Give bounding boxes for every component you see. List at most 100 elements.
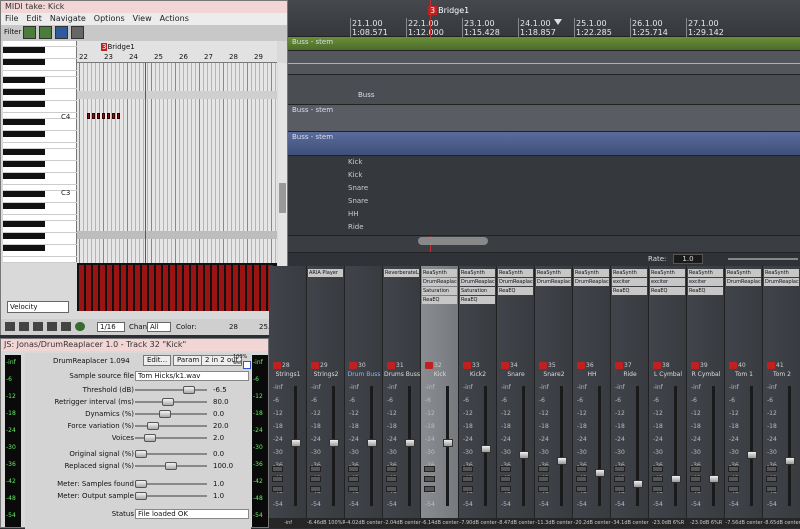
mixer-strip[interactable]: ReaSynth DrumReaplace 36 HH -inf -6 -12 -18 -24 -… bbox=[573, 266, 611, 528]
fx-slot[interactable]: DrumReaplace bbox=[422, 278, 457, 286]
fx-slot[interactable]: ReaSynth bbox=[688, 269, 723, 277]
grid-select[interactable]: 1/16 bbox=[97, 322, 125, 332]
slider-thumb[interactable] bbox=[162, 398, 174, 406]
velocity-bar[interactable] bbox=[254, 265, 259, 311]
black-key[interactable] bbox=[3, 173, 45, 179]
midi-note[interactable] bbox=[112, 113, 115, 119]
black-key[interactable] bbox=[3, 131, 45, 137]
filter-button[interactable]: Filter bbox=[4, 28, 21, 36]
fx-slot[interactable]: DrumReaplace bbox=[460, 278, 495, 286]
volume-fader-track[interactable] bbox=[636, 386, 639, 506]
slider-thumb[interactable] bbox=[165, 462, 177, 470]
fx-slot[interactable]: DrumReaplace bbox=[498, 278, 533, 286]
record-arm-button[interactable] bbox=[539, 362, 547, 369]
strip-button[interactable] bbox=[462, 476, 473, 482]
param-button[interactable]: Param bbox=[173, 355, 204, 366]
velocity-bar[interactable] bbox=[212, 265, 217, 311]
mixer-strip[interactable]: ReaSynth DrumReaplace 40 Tom 1 -inf -6 -12 -18 -… bbox=[725, 266, 763, 528]
param-slider[interactable] bbox=[135, 422, 207, 430]
strip-button[interactable] bbox=[462, 486, 473, 492]
fx-slot[interactable]: ReaEQ bbox=[460, 296, 495, 304]
track-name[interactable]: Kick bbox=[421, 371, 459, 378]
velocity-bar[interactable] bbox=[198, 265, 203, 311]
strip-button[interactable] bbox=[576, 486, 587, 492]
strip-button[interactable] bbox=[424, 476, 435, 482]
volume-fader-track[interactable] bbox=[674, 386, 677, 506]
param-slider[interactable] bbox=[135, 434, 207, 442]
menu-navigate[interactable]: Navigate bbox=[50, 14, 86, 23]
strip-button[interactable] bbox=[500, 466, 511, 472]
fx-slot[interactable]: ReaEQ bbox=[498, 287, 533, 295]
track-clip-buss[interactable]: Buss bbox=[288, 75, 800, 105]
volume-fader-track[interactable] bbox=[788, 386, 791, 506]
jsfx-window[interactable]: JS: Jonas/DrumReaplacer 1.0 - Track 32 "… bbox=[0, 338, 269, 529]
status-select[interactable]: File loaded OK bbox=[135, 509, 249, 519]
strip-button[interactable] bbox=[614, 486, 625, 492]
volume-fader-track[interactable] bbox=[522, 386, 525, 506]
fx-slot[interactable]: ReaSynth bbox=[650, 269, 685, 277]
black-key[interactable] bbox=[3, 161, 45, 167]
drum-lanes[interactable]: Kick Kick Snare Snare HH Ride bbox=[288, 156, 800, 236]
record-arm-button[interactable] bbox=[311, 362, 319, 369]
strip-button[interactable] bbox=[310, 466, 321, 472]
strip-button[interactable] bbox=[766, 466, 777, 472]
fx-slot[interactable]: ReaSynth bbox=[536, 269, 571, 277]
mixer-strip[interactable]: ReaSynth DrumReaplace Saturation ReaEQ 33 Kic… bbox=[459, 266, 497, 528]
track-name[interactable]: Tom 1 bbox=[725, 371, 763, 378]
velocity-bar[interactable] bbox=[107, 265, 112, 311]
midi-note[interactable] bbox=[92, 113, 95, 119]
velocity-bar[interactable] bbox=[86, 265, 91, 311]
black-key[interactable] bbox=[3, 59, 45, 65]
mixer-strip[interactable]: ReaSynth DrumReaplace 35 Snare2 -inf -6 -12 -18… bbox=[535, 266, 573, 528]
refresh-icon[interactable] bbox=[75, 322, 85, 331]
strip-button[interactable] bbox=[386, 486, 397, 492]
black-key[interactable] bbox=[3, 77, 45, 83]
chan-select[interactable]: All bbox=[147, 322, 171, 332]
velocity-lane[interactable] bbox=[77, 263, 277, 311]
strip-button[interactable] bbox=[538, 476, 549, 482]
enable-checkbox[interactable] bbox=[243, 361, 251, 369]
velocity-bar[interactable] bbox=[170, 265, 175, 311]
volume-fader[interactable] bbox=[405, 439, 415, 447]
strip-button[interactable] bbox=[386, 476, 397, 482]
fx-slot[interactable]: exciter bbox=[612, 278, 647, 286]
fx-slot[interactable]: ReaEQ bbox=[422, 296, 457, 304]
mixer-strip[interactable]: ReaSynth exciter ReaEQ 38 L Cymbal -inf -6 -12 -… bbox=[649, 266, 687, 528]
velocity-bar[interactable] bbox=[247, 265, 252, 311]
volume-fader-track[interactable] bbox=[712, 386, 715, 506]
record-arm-button[interactable] bbox=[729, 362, 737, 369]
param-slider[interactable] bbox=[135, 386, 207, 394]
track-name[interactable]: L Cymbal bbox=[649, 371, 687, 378]
draw-icon[interactable] bbox=[39, 26, 52, 39]
menu-edit[interactable]: Edit bbox=[26, 14, 42, 23]
velocity-bar[interactable] bbox=[163, 265, 168, 311]
forward-icon[interactable] bbox=[61, 322, 71, 331]
slider-thumb[interactable] bbox=[135, 492, 147, 500]
velocity-bar[interactable] bbox=[142, 265, 147, 311]
fx-slot[interactable]: ReaEQ bbox=[612, 287, 647, 295]
strip-button[interactable] bbox=[272, 486, 283, 492]
slider-thumb[interactable] bbox=[135, 450, 147, 458]
strip-button[interactable] bbox=[424, 486, 435, 492]
fx-slot[interactable]: DrumReaplace bbox=[764, 278, 799, 286]
track-name[interactable]: Snare2 bbox=[535, 371, 573, 378]
fx-slot[interactable]: exciter bbox=[688, 278, 723, 286]
menu-options[interactable]: Options bbox=[94, 14, 125, 23]
strip-button[interactable] bbox=[538, 466, 549, 472]
black-key[interactable] bbox=[3, 119, 45, 125]
piano-keyboard[interactable]: C4 C3 bbox=[3, 41, 77, 263]
velocity-select[interactable]: Velocity bbox=[7, 301, 69, 313]
strip-button[interactable] bbox=[766, 486, 777, 492]
track-name[interactable]: Snare bbox=[497, 371, 535, 378]
volume-fader[interactable] bbox=[367, 439, 377, 447]
track-name[interactable]: Drums Buss bbox=[383, 371, 421, 378]
slider-thumb[interactable] bbox=[159, 410, 171, 418]
velocity-bar[interactable] bbox=[156, 265, 161, 311]
velocity-bar[interactable] bbox=[205, 265, 210, 311]
param-slider[interactable] bbox=[135, 410, 207, 418]
menu-file[interactable]: File bbox=[5, 14, 18, 23]
track-name[interactable]: HH bbox=[573, 371, 611, 378]
volume-fader[interactable] bbox=[329, 439, 339, 447]
mixer-strip[interactable]: 30Drum Buss-inf-6-12-18-24-30-36-42-48-5… bbox=[345, 266, 383, 528]
record-arm-button[interactable] bbox=[273, 362, 281, 369]
